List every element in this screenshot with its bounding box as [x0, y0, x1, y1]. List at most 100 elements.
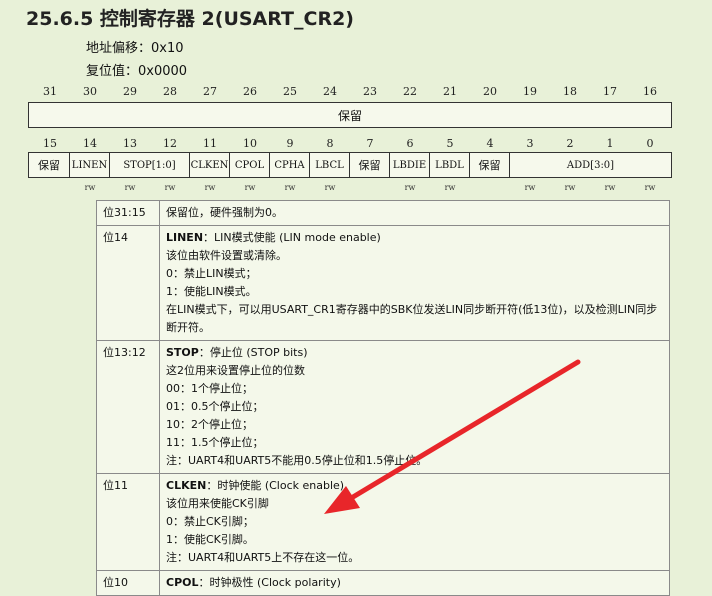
field-name: LINEN	[166, 231, 204, 244]
field-stop: STOP[1:0]	[110, 153, 190, 177]
field-heading: LINEN：LIN模式使能 (LIN mode enable)	[166, 229, 663, 247]
bit-number: 18	[563, 85, 577, 98]
desc-line: 注：UART4和UART5不能用0.5停止位和1.5停止位。	[166, 454, 428, 467]
access-mark-bit8: rw	[324, 183, 336, 192]
field-add: ADD[3:0]	[566, 159, 615, 171]
access-mark-bit0: rw	[644, 183, 656, 192]
bit-range: 位31:15	[96, 200, 160, 226]
bit-number: 27	[203, 85, 217, 98]
field-heading: CLKEN：时钟使能 (Clock enable)	[166, 477, 663, 495]
bit-number: 20	[483, 85, 497, 98]
desc-line: 在LIN模式下，可以用USART_CR1寄存器中的SBK位发送LIN同步断开符(…	[166, 303, 658, 334]
bit-number: 0	[646, 137, 654, 150]
desc-line: 01：0.5个停止位；	[166, 400, 264, 413]
bit-description: STOP：停止位 (STOP bits) 这2位用来设置停止位的位数 00：1个…	[159, 340, 670, 474]
bit-number: 30	[83, 85, 97, 98]
bit-number: 26	[243, 85, 257, 98]
table-row: 位10 CPOL：时钟极性 (Clock polarity)	[96, 570, 670, 596]
field-title: ：停止位 (STOP bits)	[198, 346, 308, 359]
bit-number: 16	[643, 85, 657, 98]
table-row: 位13:12 STOP：停止位 (STOP bits) 这2位用来设置停止位的位…	[96, 340, 670, 474]
desc-line: 保留位，硬件强制为0。	[166, 206, 283, 219]
bit-description-table: 位31:15 保留位，硬件强制为0。 位14 LINEN：LIN模式使能 (LI…	[96, 200, 670, 596]
access-mark-bit12: rw	[164, 183, 176, 192]
bit-number: 25	[283, 85, 297, 98]
field-name: CPOL	[166, 576, 199, 589]
bit-number: 2	[566, 137, 574, 150]
bit-number: 10	[243, 137, 257, 150]
field-linen: LINEN	[70, 153, 110, 177]
field-clken: CLKEN	[190, 153, 230, 177]
field-reserved-15: 保留	[29, 153, 70, 177]
desc-line: 10：2个停止位；	[166, 418, 253, 431]
field-title: ：LIN模式使能 (LIN mode enable)	[203, 231, 381, 244]
bit-number: 21	[443, 85, 457, 98]
bit-range: 位10	[96, 570, 160, 596]
access-mark-bit9: rw	[284, 183, 296, 192]
bit-description: CPOL：时钟极性 (Clock polarity)	[159, 570, 670, 596]
table-row: 位11 CLKEN：时钟使能 (Clock enable) 该位用来使能CK引脚…	[96, 473, 670, 571]
bit-number: 23	[363, 85, 377, 98]
desc-line: 这2位用来设置停止位的位数	[166, 364, 305, 377]
bit-numbers-low: 15 14 13 12 11 10 9 8 7 6 5 4 3 2 1 0	[28, 137, 672, 151]
desc-line: 注：UART4和UART5上不存在这一位。	[166, 551, 360, 564]
bit-number: 19	[523, 85, 537, 98]
field-lbdl: LBDL	[430, 153, 470, 177]
field-heading: STOP：停止位 (STOP bits)	[166, 344, 663, 362]
bit-number: 5	[446, 137, 454, 150]
field-title: ：时钟极性 (Clock polarity)	[198, 576, 341, 589]
bit-description: LINEN：LIN模式使能 (LIN mode enable) 该位由软件设置或…	[159, 225, 670, 341]
bit-number: 1	[606, 137, 614, 150]
desc-line: 该位由软件设置或清除。	[166, 249, 287, 262]
access-mark-bit1: rw	[604, 183, 616, 192]
bit-number: 28	[163, 85, 177, 98]
bit-number: 3	[526, 137, 534, 150]
reset-value: 复位值：0x0000	[86, 64, 188, 79]
access-mark-bit3: rw	[524, 183, 536, 192]
field-lbdie: LBDIE	[390, 153, 430, 177]
field-title: ：时钟使能 (Clock enable)	[206, 479, 345, 492]
access-mark-bit10: rw	[244, 183, 256, 192]
desc-line: 1：使能CK引脚。	[166, 533, 254, 546]
field-cpha: CPHA	[270, 153, 310, 177]
field-reserved-7: 保留	[350, 153, 390, 177]
bit-number: 24	[323, 85, 337, 98]
bit-number: 7	[366, 137, 374, 150]
desc-line: 0：禁止LIN模式；	[166, 267, 257, 280]
field-lbcl: LBCL	[310, 153, 350, 177]
reserved-high-field: 保留	[28, 102, 672, 128]
desc-line: 11：1.5个停止位；	[166, 436, 264, 449]
field-reserved-4: 保留	[470, 153, 510, 177]
access-mark-bit5: rw	[444, 183, 456, 192]
access-mark-bit14: rw	[84, 183, 96, 192]
bit-numbers-high: 31 30 29 28 27 26 25 24 23 22 21 20 19 1…	[28, 85, 672, 99]
field-cpol: CPOL	[230, 153, 270, 177]
desc-line: 0：禁止CK引脚；	[166, 515, 254, 528]
bit-number: 13	[123, 137, 137, 150]
bit-range: 位11	[96, 473, 160, 571]
bit-number: 31	[43, 85, 57, 98]
bit-number: 4	[486, 137, 494, 150]
desc-line: 该位用来使能CK引脚	[166, 497, 269, 510]
desc-line: 1：使能LIN模式。	[166, 285, 257, 298]
field-name: CLKEN	[166, 479, 207, 492]
field-heading: CPOL：时钟极性 (Clock polarity)	[166, 574, 663, 592]
section-title: 25.6.5 控制寄存器 2(USART_CR2)	[26, 8, 354, 30]
bit-description: 保留位，硬件强制为0。	[159, 200, 670, 226]
access-mark-bit2: rw	[564, 183, 576, 192]
register-low-fields: 保留 LINEN STOP[1:0] CLKEN CPOL CPHA LBCL …	[28, 152, 672, 178]
bit-number: 6	[406, 137, 414, 150]
bit-number: 29	[123, 85, 137, 98]
field-name: STOP	[166, 346, 199, 359]
bit-number: 22	[403, 85, 417, 98]
bit-number: 17	[603, 85, 617, 98]
access-mark-bit6: rw	[404, 183, 416, 192]
bit-number: 14	[83, 137, 97, 150]
bit-number: 11	[203, 137, 217, 150]
bit-number: 12	[163, 137, 177, 150]
bit-description: CLKEN：时钟使能 (Clock enable) 该位用来使能CK引脚 0：禁…	[159, 473, 670, 571]
bit-number: 8	[326, 137, 334, 150]
table-row: 位14 LINEN：LIN模式使能 (LIN mode enable) 该位由软…	[96, 225, 670, 341]
desc-line: 00：1个停止位；	[166, 382, 253, 395]
table-row: 位31:15 保留位，硬件强制为0。	[96, 200, 670, 226]
